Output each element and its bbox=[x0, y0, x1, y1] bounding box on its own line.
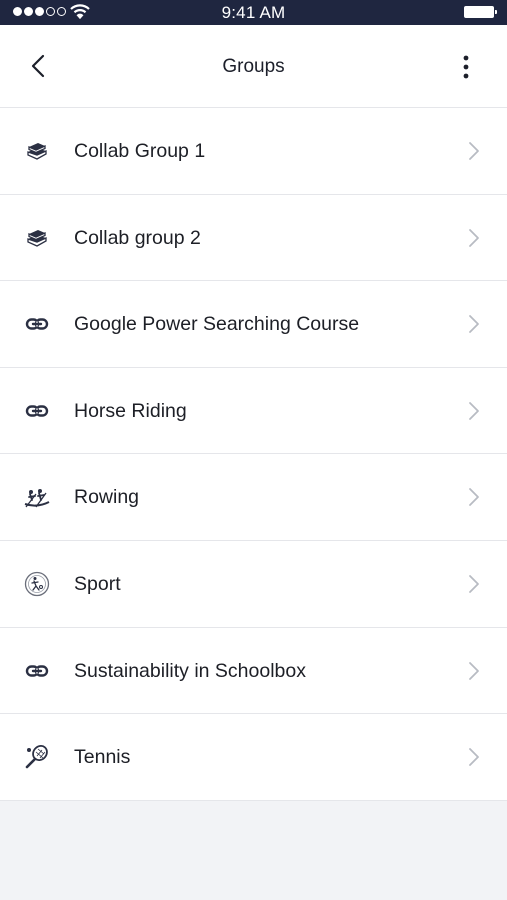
chevron-right-icon bbox=[469, 748, 479, 767]
page-title: Groups bbox=[222, 56, 285, 77]
group-label: Collab Group 1 bbox=[74, 140, 206, 162]
battery-icon bbox=[464, 6, 497, 18]
group-label: Collab group 2 bbox=[74, 226, 201, 249]
group-row[interactable]: Sustainability in Schoolbox bbox=[0, 628, 507, 715]
group-label: Rowing bbox=[74, 486, 140, 509]
books-icon bbox=[27, 229, 47, 247]
group-row[interactable]: Collab group 2 bbox=[0, 195, 507, 282]
group-label: Google Power Searching Course bbox=[74, 313, 360, 336]
chevron-right-icon bbox=[469, 575, 479, 593]
group-label: Tennis bbox=[74, 746, 131, 769]
group-row[interactable]: Collab Group 1 bbox=[0, 108, 507, 195]
books-icon bbox=[27, 143, 47, 160]
chevron-right-icon bbox=[469, 661, 479, 680]
group-row[interactable]: Tennis bbox=[0, 714, 507, 801]
group-row[interactable]: Rowing bbox=[0, 454, 507, 541]
group-label: Sustainability in Schoolbox bbox=[74, 659, 306, 682]
group-row[interactable]: Horse Riding bbox=[0, 368, 507, 455]
tennis-racket-icon bbox=[25, 745, 48, 769]
link-icon bbox=[25, 405, 49, 417]
group-label: Horse Riding bbox=[74, 399, 187, 422]
status-time: 9:41 AM bbox=[221, 3, 286, 22]
chevron-right-icon bbox=[469, 228, 479, 247]
sport-emblem-icon bbox=[24, 571, 50, 597]
rowing-icon bbox=[24, 489, 50, 508]
nav-bar: Groups bbox=[0, 25, 507, 108]
group-label: Sport bbox=[74, 572, 121, 595]
chevron-right-icon bbox=[469, 315, 479, 334]
group-row[interactable]: Google Power Searching Course bbox=[0, 281, 507, 368]
status-bar: 9:41 AM bbox=[0, 0, 507, 25]
chevron-right-icon bbox=[469, 142, 479, 160]
link-icon bbox=[25, 664, 49, 677]
more-vertical-icon[interactable] bbox=[451, 54, 481, 80]
link-icon bbox=[25, 318, 49, 330]
chevron-right-icon bbox=[469, 401, 479, 420]
group-row[interactable]: Sport bbox=[0, 541, 507, 628]
group-list: Collab Group 1 Collab group 2 Google Pow… bbox=[0, 108, 507, 801]
chevron-right-icon bbox=[469, 488, 479, 507]
